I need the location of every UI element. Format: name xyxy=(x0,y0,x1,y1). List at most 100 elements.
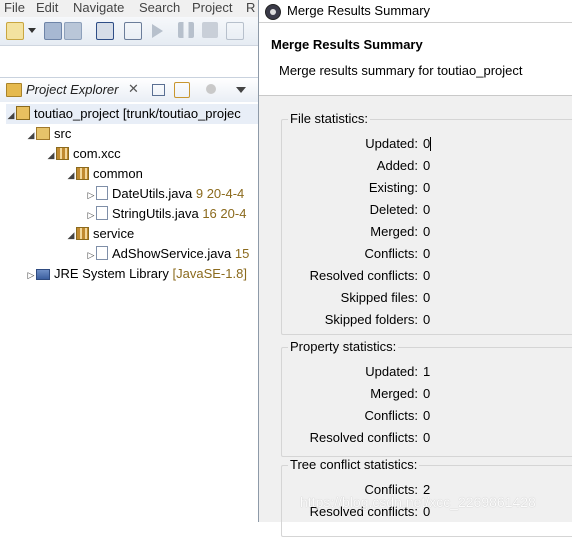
stat-label: Skipped files: xyxy=(340,290,418,305)
stat-row: Updated: 1 xyxy=(282,361,572,383)
stat-label: Updated: xyxy=(365,364,418,379)
stat-value: 0 xyxy=(423,386,431,401)
text-caret xyxy=(430,137,431,151)
menu-run[interactable]: R xyxy=(246,0,255,16)
tree-item-package-common[interactable]: ◢ common xyxy=(66,164,143,184)
stat-row: Merged: 0 xyxy=(282,221,572,243)
collapsed-icon[interactable]: ▷ xyxy=(86,205,96,225)
stat-label: Merged: xyxy=(370,386,418,401)
stat-label: Updated: xyxy=(365,136,418,151)
stat-label: Conflicts: xyxy=(364,246,418,261)
disconnect-icon[interactable] xyxy=(226,22,244,40)
close-icon[interactable]: ✕ xyxy=(128,81,139,97)
tree-item-jre[interactable]: ▷ JRE System Library [JavaSE-1.8] xyxy=(26,264,247,284)
save-all-icon[interactable] xyxy=(64,22,82,40)
service-label: service xyxy=(93,226,135,241)
terminate-icon[interactable] xyxy=(202,22,218,38)
java-file-icon xyxy=(96,246,108,260)
java-file-icon xyxy=(96,186,108,200)
expanded-icon[interactable]: ◢ xyxy=(26,125,36,145)
dialog-title-bar[interactable]: Merge Results Summary xyxy=(259,0,572,23)
tree-conflict-statistics-title: Tree conflict statistics: xyxy=(288,457,420,472)
dialog-window-title: Merge Results Summary xyxy=(287,3,431,18)
stat-row: Updated: 0 xyxy=(282,133,572,155)
eclipse-icon xyxy=(265,4,281,20)
skip-breakpoints-icon[interactable] xyxy=(124,22,142,40)
stat-value: 0 xyxy=(423,246,431,261)
src-label: src xyxy=(54,126,72,141)
focus-icon[interactable] xyxy=(206,84,216,94)
dialog-heading: Merge Results Summary xyxy=(271,37,423,52)
collapsed-icon[interactable]: ▷ xyxy=(86,185,96,205)
tree-item-project[interactable]: ◢ toutiao_project [trunk/toutiao_projec xyxy=(6,104,262,124)
stat-row: Merged: 0 xyxy=(282,383,572,405)
stat-value: 0 xyxy=(423,180,431,195)
stringutils-revision: 16 xyxy=(202,206,217,221)
stat-value: 0 xyxy=(423,224,431,239)
chevron-down-icon[interactable] xyxy=(28,28,36,33)
stat-row: Conflicts: 0 xyxy=(282,405,572,427)
dateutils-revision: 9 xyxy=(195,186,204,201)
project-explorer-tab[interactable]: Project Explorer ✕ xyxy=(0,77,262,103)
stat-value: 0 xyxy=(423,312,431,327)
stringutils-name: StringUtils.java xyxy=(112,206,199,221)
tree-item-src[interactable]: ◢ src xyxy=(26,124,72,145)
stat-value: 1 xyxy=(423,364,431,379)
tree-item-stringutils[interactable]: ▷ StringUtils.java 16 20-4 xyxy=(86,204,246,224)
expanded-icon[interactable]: ◢ xyxy=(46,145,56,165)
stat-value: 0 xyxy=(423,268,431,283)
package-icon xyxy=(56,147,69,160)
common-label: common xyxy=(93,166,143,181)
stat-label: Existing: xyxy=(368,180,418,195)
stat-value: 0 xyxy=(423,430,431,445)
dialog-subtitle: Merge results summary for toutiao_projec… xyxy=(279,63,523,78)
stat-label: Deleted: xyxy=(369,202,418,217)
project-tree: ◢ toutiao_project [trunk/toutiao_projec ◢… xyxy=(0,102,262,522)
tree-item-adshowservice[interactable]: ▷ AdShowService.java 15 xyxy=(86,244,249,264)
view-menu-icon[interactable] xyxy=(236,87,246,93)
expanded-icon[interactable]: ◢ xyxy=(66,165,76,185)
link-with-editor-icon[interactable] xyxy=(174,82,190,98)
resume-icon[interactable] xyxy=(152,24,163,38)
dateutils-name: DateUtils.java xyxy=(112,186,193,201)
expanded-icon[interactable]: ◢ xyxy=(6,105,16,125)
collapsed-icon[interactable]: ▷ xyxy=(26,265,36,285)
stat-row: Conflicts: 0 xyxy=(282,243,572,265)
collapse-all-icon[interactable] xyxy=(152,84,165,96)
project-icon xyxy=(16,106,30,120)
stat-value: 0 xyxy=(423,290,431,305)
stat-row: Resolved conflicts: 0 xyxy=(282,265,572,287)
java-file-icon xyxy=(96,206,108,220)
tree-item-package-service[interactable]: ◢ service xyxy=(66,224,135,245)
adshowservice-revision: 15 xyxy=(234,246,250,261)
stat-row: Resolved conflicts: 0 xyxy=(282,427,572,449)
stat-row: Deleted: 0 xyxy=(282,199,572,221)
menu-file[interactable]: File xyxy=(4,0,25,16)
menu-search[interactable]: Search xyxy=(139,0,180,16)
collapsed-icon[interactable]: ▷ xyxy=(86,245,96,265)
stat-label: Resolved conflicts: xyxy=(309,430,418,445)
source-folder-icon xyxy=(36,127,50,140)
stat-row: Skipped files: 0 xyxy=(282,287,572,309)
stat-label: Resolved conflicts: xyxy=(309,268,418,283)
console-icon[interactable] xyxy=(96,22,114,40)
menu-navigate[interactable]: Navigate xyxy=(73,0,124,16)
stat-row: Existing: 0 xyxy=(282,177,572,199)
menu-edit[interactable]: Edit xyxy=(36,0,58,16)
package-icon xyxy=(76,167,89,180)
tree-item-dateutils[interactable]: ▷ DateUtils.java 9 20-4-4 xyxy=(86,184,244,204)
property-statistics-group: Property statistics: Updated: 1 Merged: 0 … xyxy=(281,339,572,457)
dialog-header: Merge Results Summary Merge results summ… xyxy=(259,23,572,96)
stat-label: Skipped folders: xyxy=(324,312,418,327)
tree-item-package-com-xcc[interactable]: ◢ com.xcc xyxy=(46,144,121,164)
property-statistics-title: Property statistics: xyxy=(288,339,399,354)
new-icon[interactable] xyxy=(6,22,24,40)
menu-project[interactable]: Project xyxy=(192,0,232,16)
suspend-icon[interactable] xyxy=(178,22,194,38)
file-statistics-group: File statistics: Updated: 0 Added: 0 Exist… xyxy=(281,111,572,335)
library-icon xyxy=(36,269,50,280)
expanded-icon[interactable]: ◢ xyxy=(66,225,76,245)
stat-value: 0 xyxy=(423,158,431,173)
save-icon[interactable] xyxy=(44,22,62,40)
package-icon xyxy=(76,227,89,240)
